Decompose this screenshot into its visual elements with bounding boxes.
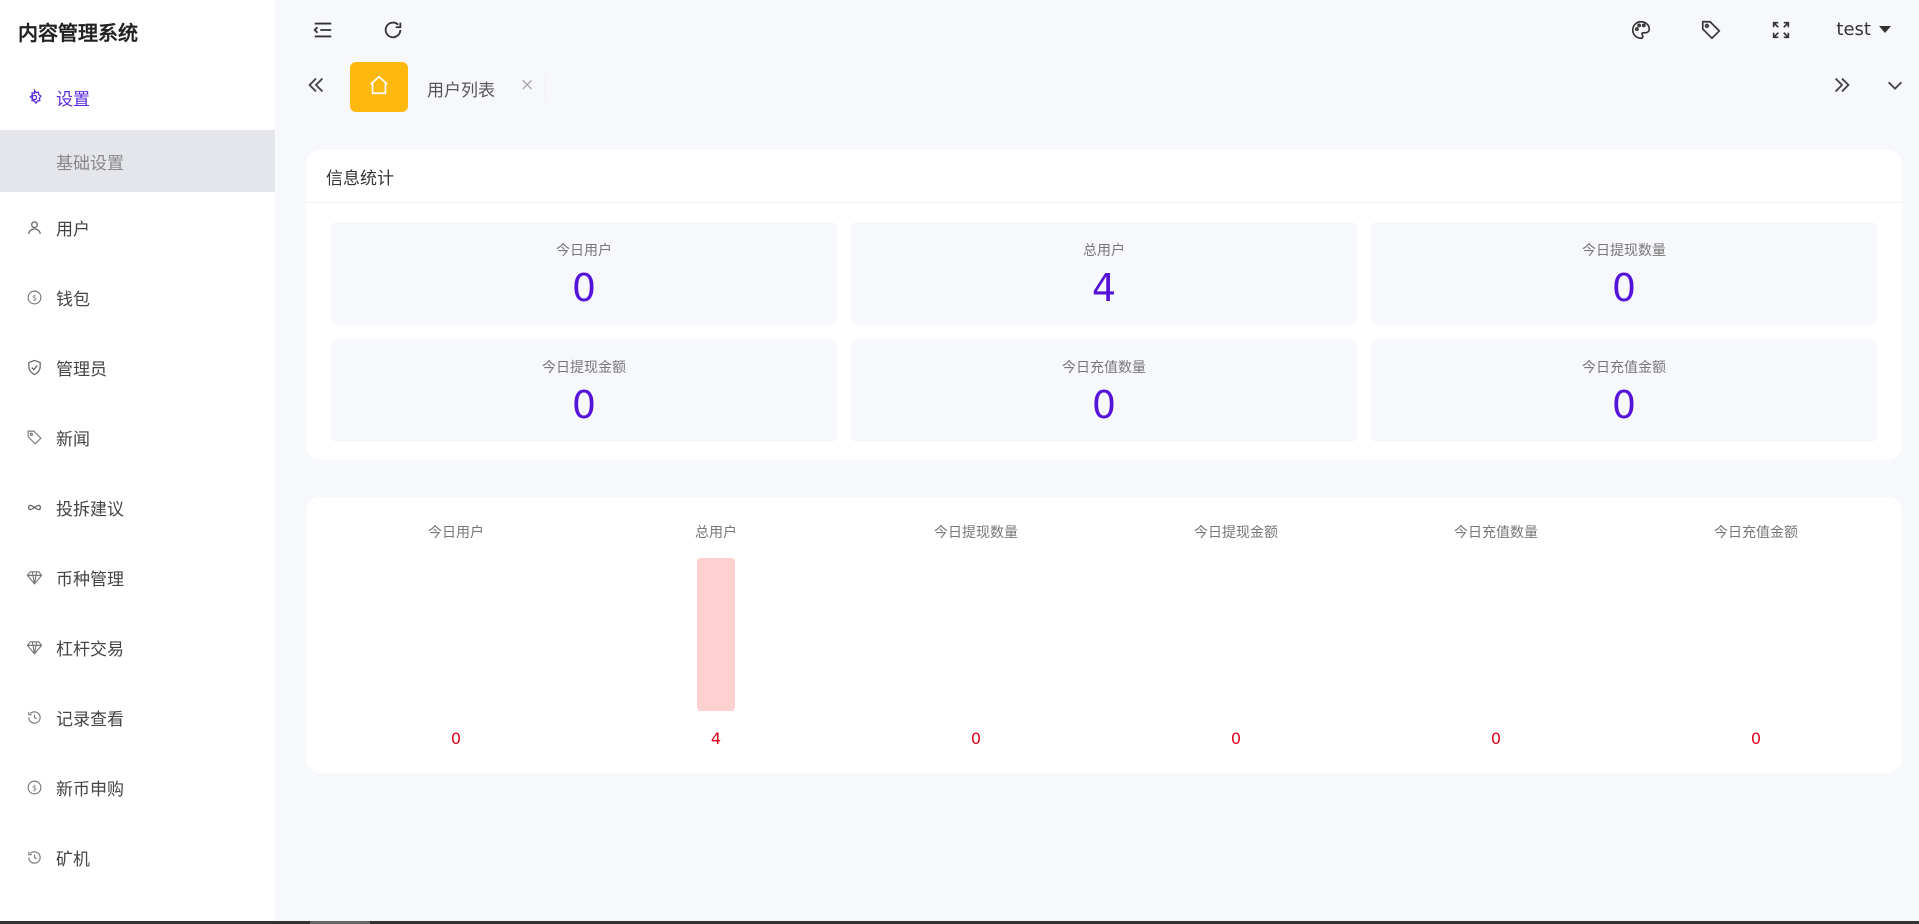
history-icon — [24, 847, 44, 867]
sidebar-item-label: 新闻 — [56, 429, 90, 450]
diamond-icon — [24, 637, 44, 657]
sidebar-item-feedback[interactable]: 投拆建议 — [0, 472, 275, 542]
stat-today-withdraw-count: 今日提现数量 0 — [1371, 222, 1877, 325]
caret-down-icon — [1879, 26, 1891, 33]
sidebar-item-label: 投拆建议 — [56, 499, 124, 520]
sidebar-item-label: 管理员 — [56, 359, 107, 380]
collapse-menu-icon[interactable] — [312, 19, 336, 43]
chart-value-label: 0 — [1491, 729, 1501, 748]
tabs-dropdown-icon[interactable] — [1884, 74, 1908, 98]
tab-close-icon[interactable]: × — [520, 75, 534, 95]
sidebar-item-currency[interactable]: 币种管理 — [0, 542, 275, 612]
stat-value: 0 — [571, 383, 597, 427]
sidebar-item-leverage[interactable]: 杠杆交易 — [0, 612, 275, 682]
chart-card: 今日用户 0 总用户 4 今日提现数量 0 今日提现金额 0 今日充值数量 0 今日充值金额 0 — [306, 497, 1902, 773]
home-tab[interactable] — [350, 62, 408, 112]
chart-bar — [697, 558, 735, 711]
chart-category-label: 今日用户 — [428, 524, 484, 541]
coin-icon: $ — [24, 777, 44, 797]
sidebar-subitem-basic-settings[interactable]: 基础设置 — [0, 130, 275, 192]
stat-label: 今日充值数量 — [1062, 360, 1146, 376]
tab-divider — [545, 74, 546, 102]
chart-category-label: 总用户 — [695, 524, 737, 541]
stat-label: 今日提现数量 — [1582, 243, 1666, 259]
sidebar-item-label: 设置 — [56, 89, 90, 110]
shield-icon — [24, 357, 44, 377]
sidebar-menu: 设置 基础设置 用户 $ 钱包 管理员 新闻 投拆建议 币种管理 杠杆交易 记录… — [0, 64, 275, 892]
stat-value: 0 — [571, 266, 597, 310]
fullscreen-icon[interactable] — [1770, 19, 1794, 43]
chart-value-label: 0 — [971, 729, 981, 748]
tabs-scroll-right-icon[interactable] — [1831, 74, 1855, 98]
sidebar-item-label: 新币申购 — [56, 779, 124, 800]
home-icon — [368, 74, 390, 100]
coin-icon: $ — [24, 287, 44, 307]
stat-label: 今日提现金额 — [542, 360, 626, 376]
user-name: test — [1836, 19, 1871, 40]
chart-value-label: 0 — [1231, 729, 1241, 748]
history-icon — [24, 707, 44, 727]
chart-category-label: 今日提现金额 — [1194, 525, 1278, 541]
sidebar-item-news[interactable]: 新闻 — [0, 402, 275, 472]
sidebar-item-label: 币种管理 — [56, 569, 124, 590]
chart-category-label: 今日充值数量 — [1454, 525, 1538, 541]
sidebar-item-label: 矿机 — [56, 849, 90, 870]
sidebar-item-label: 钱包 — [56, 289, 90, 310]
sidebar-item-label: 记录查看 — [56, 709, 124, 730]
user-icon — [24, 217, 44, 237]
stat-label: 总用户 — [1083, 243, 1125, 259]
top-bar: test — [275, 0, 1919, 62]
stat-value: 4 — [1091, 266, 1117, 310]
user-menu[interactable]: test — [1836, 19, 1891, 40]
sidebar: 内容管理系统 设置 基础设置 用户 $ 钱包 管理员 新闻 投拆建议 币种管理 … — [0, 0, 275, 924]
chart-category-label: 今日提现数量 — [934, 525, 1018, 541]
chart-category-label: 今日充值金额 — [1714, 525, 1798, 541]
sidebar-item-miner[interactable]: 矿机 — [0, 822, 275, 892]
stat-today-withdraw-amount: 今日提现金额 0 — [331, 339, 837, 442]
tab-user-list[interactable]: 用户列表 — [427, 76, 495, 101]
stats-grid: 今日用户 0 总用户 4 今日提现数量 0 今日提现金额 0 今日充值数量 0 … — [331, 222, 1877, 442]
stat-label: 今日充值金额 — [1582, 360, 1666, 376]
stat-label: 今日用户 — [556, 243, 612, 259]
diamond-icon — [24, 567, 44, 587]
sidebar-item-admin[interactable]: 管理员 — [0, 332, 275, 402]
palette-icon[interactable] — [1630, 19, 1654, 43]
gear-icon — [24, 87, 44, 107]
sidebar-item-label: 杠杆交易 — [56, 639, 124, 660]
stat-value: 0 — [1091, 383, 1117, 427]
sidebar-item-label: 用户 — [56, 219, 90, 240]
refresh-icon[interactable] — [382, 19, 406, 43]
chart-value-label: 0 — [451, 729, 461, 748]
stat-today-recharge-amount: 今日充值金额 0 — [1371, 339, 1877, 442]
bar-chart: 今日用户 0 总用户 4 今日提现数量 0 今日提现金额 0 今日充值数量 0 今日充值金额 0 — [428, 524, 1798, 748]
stats-card: 信息统计 今日用户 0 总用户 4 今日提现数量 0 今日提现金额 0 今日充值… — [306, 150, 1902, 460]
sidebar-item-records[interactable]: 记录查看 — [0, 682, 275, 752]
sidebar-item-settings[interactable]: 设置 — [0, 64, 275, 130]
tabs-scroll-left-icon[interactable] — [305, 74, 329, 98]
stat-value: 0 — [1611, 383, 1637, 427]
stat-total-users: 总用户 4 — [851, 222, 1357, 325]
stat-today-users: 今日用户 0 — [331, 222, 837, 325]
stats-card-title: 信息统计 — [306, 150, 1902, 203]
tag-icon — [24, 427, 44, 447]
chart-value-label: 4 — [711, 729, 721, 748]
infinity-icon — [24, 497, 44, 517]
stat-today-recharge-count: 今日充值数量 0 — [851, 339, 1357, 442]
sidebar-item-ipo[interactable]: $ 新币申购 — [0, 752, 275, 822]
stat-value: 0 — [1611, 266, 1637, 310]
sidebar-item-users[interactable]: 用户 — [0, 192, 275, 262]
tag-icon[interactable] — [1700, 19, 1724, 43]
chart-value-label: 0 — [1751, 729, 1761, 748]
svg-text:$: $ — [32, 783, 37, 792]
tabs-bar: 用户列表 × — [275, 62, 1919, 114]
sidebar-item-wallet[interactable]: $ 钱包 — [0, 262, 275, 332]
app-title: 内容管理系统 — [18, 21, 138, 45]
svg-text:$: $ — [32, 293, 37, 302]
